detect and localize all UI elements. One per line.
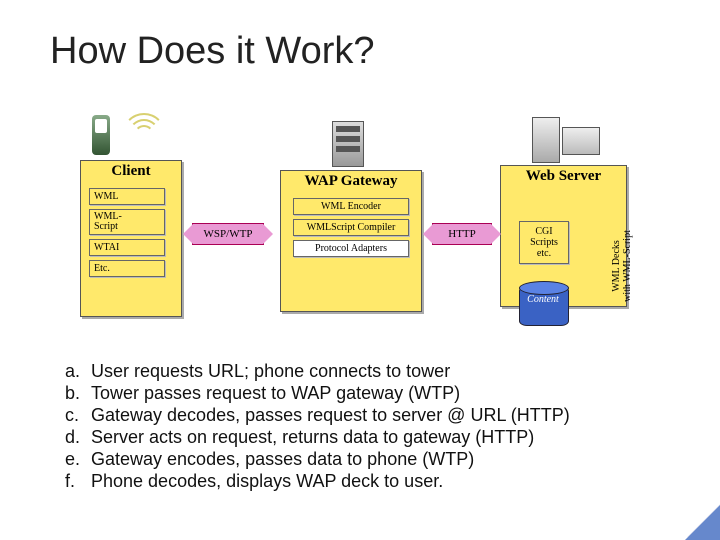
arrow-http: HTTP bbox=[432, 223, 492, 245]
gateway-item: WMLScript Compiler bbox=[293, 219, 409, 236]
step-item: d.Server acts on request, returns data t… bbox=[65, 427, 570, 448]
content-cylinder-icon bbox=[519, 286, 569, 326]
server-tower-icon bbox=[532, 117, 560, 163]
step-item: f.Phone decodes, displays WAP deck to us… bbox=[65, 471, 570, 492]
step-text: User requests URL; phone connects to tow… bbox=[91, 361, 450, 381]
step-text: Tower passes request to WAP gateway (WTP… bbox=[91, 383, 460, 403]
client-item: WML- Script bbox=[89, 209, 165, 235]
step-letter: a. bbox=[65, 361, 91, 382]
step-item: e.Gateway encodes, passes data to phone … bbox=[65, 449, 570, 470]
slide: How Does it Work? Client WML WML- Script… bbox=[0, 0, 720, 540]
content-label: Content bbox=[519, 294, 567, 305]
step-text: Phone decodes, displays WAP deck to user… bbox=[91, 471, 443, 491]
step-letter: d. bbox=[65, 427, 91, 448]
step-text: Server acts on request, returns data to … bbox=[91, 427, 534, 447]
client-item: WTAI bbox=[89, 239, 165, 256]
architecture-diagram: Client WML WML- Script WTAI Etc. WAP Gat… bbox=[80, 115, 640, 325]
radio-waves-icon bbox=[122, 113, 166, 157]
client-item: WML bbox=[89, 188, 165, 205]
gateway-item: WML Encoder bbox=[293, 198, 409, 215]
corner-fold-icon bbox=[685, 505, 720, 540]
step-letter: b. bbox=[65, 383, 91, 404]
steps-list: a.User requests URL; phone connects to t… bbox=[65, 360, 570, 493]
server-monitor-icon bbox=[562, 127, 600, 155]
step-letter: f. bbox=[65, 471, 91, 492]
step-text: Gateway encodes, passes data to phone (W… bbox=[91, 449, 474, 469]
arrow-wsp-wtp: WSP/WTP bbox=[192, 223, 264, 245]
page-title: How Does it Work? bbox=[50, 30, 375, 73]
gateway-hardware-icon bbox=[332, 121, 364, 167]
client-box: Client WML WML- Script WTAI Etc. bbox=[80, 160, 182, 317]
server-cgi: CGI Scripts etc. bbox=[519, 221, 569, 264]
server-box: Web Server CGI Scripts etc. Content WML … bbox=[500, 165, 627, 307]
step-item: b.Tower passes request to WAP gateway (W… bbox=[65, 383, 570, 404]
step-letter: c. bbox=[65, 405, 91, 426]
client-item: Etc. bbox=[89, 260, 165, 277]
server-side-label: WML Decks with WML-Script bbox=[611, 216, 633, 316]
gateway-item: Protocol Adapters bbox=[293, 240, 409, 257]
phone-icon bbox=[92, 115, 110, 155]
gateway-title: WAP Gateway bbox=[281, 171, 421, 194]
client-title: Client bbox=[81, 161, 181, 184]
gateway-box: WAP Gateway WML Encoder WMLScript Compil… bbox=[280, 170, 422, 312]
step-letter: e. bbox=[65, 449, 91, 470]
step-item: c.Gateway decodes, passes request to ser… bbox=[65, 405, 570, 426]
step-text: Gateway decodes, passes request to serve… bbox=[91, 405, 570, 425]
server-title: Web Server bbox=[501, 166, 626, 189]
step-item: a.User requests URL; phone connects to t… bbox=[65, 361, 570, 382]
